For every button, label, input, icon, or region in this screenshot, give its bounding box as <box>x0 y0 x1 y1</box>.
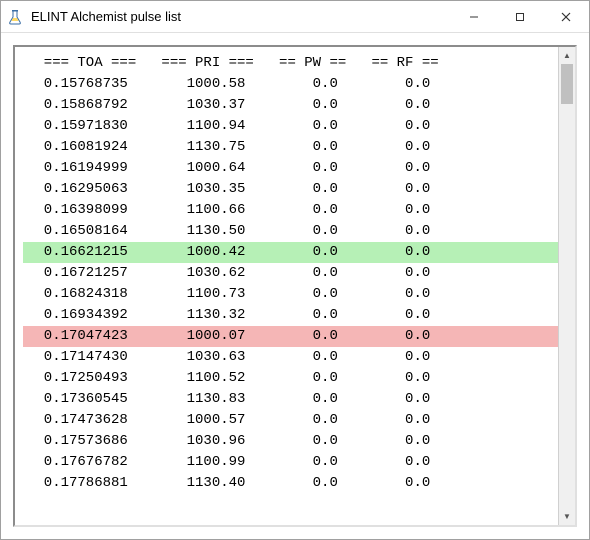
list-item[interactable]: 0.16398099 1100.66 0.0 0.0 <box>23 200 558 221</box>
pulse-list-frame: === TOA === === PRI === == PW == == RF =… <box>13 45 577 527</box>
list-item[interactable]: 0.15768735 1000.58 0.0 0.0 <box>23 74 558 95</box>
minimize-icon <box>469 12 479 22</box>
pulse-list[interactable]: === TOA === === PRI === == PW == == RF =… <box>15 47 558 525</box>
list-item[interactable]: 0.16295063 1030.35 0.0 0.0 <box>23 179 558 200</box>
list-item[interactable]: 0.16081924 1130.75 0.0 0.0 <box>23 137 558 158</box>
window-title: ELINT Alchemist pulse list <box>31 9 451 24</box>
scroll-thumb[interactable] <box>561 64 573 104</box>
list-item[interactable]: 0.16194999 1000.64 0.0 0.0 <box>23 158 558 179</box>
app-window: ELINT Alchemist pulse list === TOA === =… <box>0 0 590 540</box>
list-item[interactable]: 0.17047423 1000.07 0.0 0.0 <box>23 326 558 347</box>
list-item[interactable]: 0.17250493 1100.52 0.0 0.0 <box>23 368 558 389</box>
list-item[interactable]: 0.16621215 1000.42 0.0 0.0 <box>23 242 558 263</box>
list-item[interactable]: 0.16934392 1130.32 0.0 0.0 <box>23 305 558 326</box>
vertical-scrollbar[interactable]: ▲ ▼ <box>558 47 575 525</box>
column-headers: === TOA === === PRI === == PW == == RF =… <box>23 53 558 74</box>
list-item[interactable]: 0.17786881 1130.40 0.0 0.0 <box>23 473 558 494</box>
list-item[interactable]: 0.17147430 1030.63 0.0 0.0 <box>23 347 558 368</box>
list-item[interactable]: 0.16508164 1130.50 0.0 0.0 <box>23 221 558 242</box>
app-icon <box>9 9 25 25</box>
list-item[interactable]: 0.17676782 1100.99 0.0 0.0 <box>23 452 558 473</box>
scroll-down-button[interactable]: ▼ <box>559 508 575 525</box>
list-item[interactable]: 0.17360545 1130.83 0.0 0.0 <box>23 389 558 410</box>
scroll-track[interactable] <box>559 64 575 508</box>
window-controls <box>451 1 589 32</box>
content-area: === TOA === === PRI === == PW == == RF =… <box>1 33 589 539</box>
titlebar: ELINT Alchemist pulse list <box>1 1 589 33</box>
minimize-button[interactable] <box>451 1 497 32</box>
list-item[interactable]: 0.15971830 1100.94 0.0 0.0 <box>23 116 558 137</box>
maximize-icon <box>515 12 525 22</box>
list-item[interactable]: 0.16721257 1030.62 0.0 0.0 <box>23 263 558 284</box>
close-icon <box>561 12 571 22</box>
maximize-button[interactable] <box>497 1 543 32</box>
scroll-up-button[interactable]: ▲ <box>559 47 575 64</box>
close-button[interactable] <box>543 1 589 32</box>
list-item[interactable]: 0.16824318 1100.73 0.0 0.0 <box>23 284 558 305</box>
list-item[interactable]: 0.15868792 1030.37 0.0 0.0 <box>23 95 558 116</box>
list-item[interactable]: 0.17473628 1000.57 0.0 0.0 <box>23 410 558 431</box>
list-item[interactable]: 0.17573686 1030.96 0.0 0.0 <box>23 431 558 452</box>
